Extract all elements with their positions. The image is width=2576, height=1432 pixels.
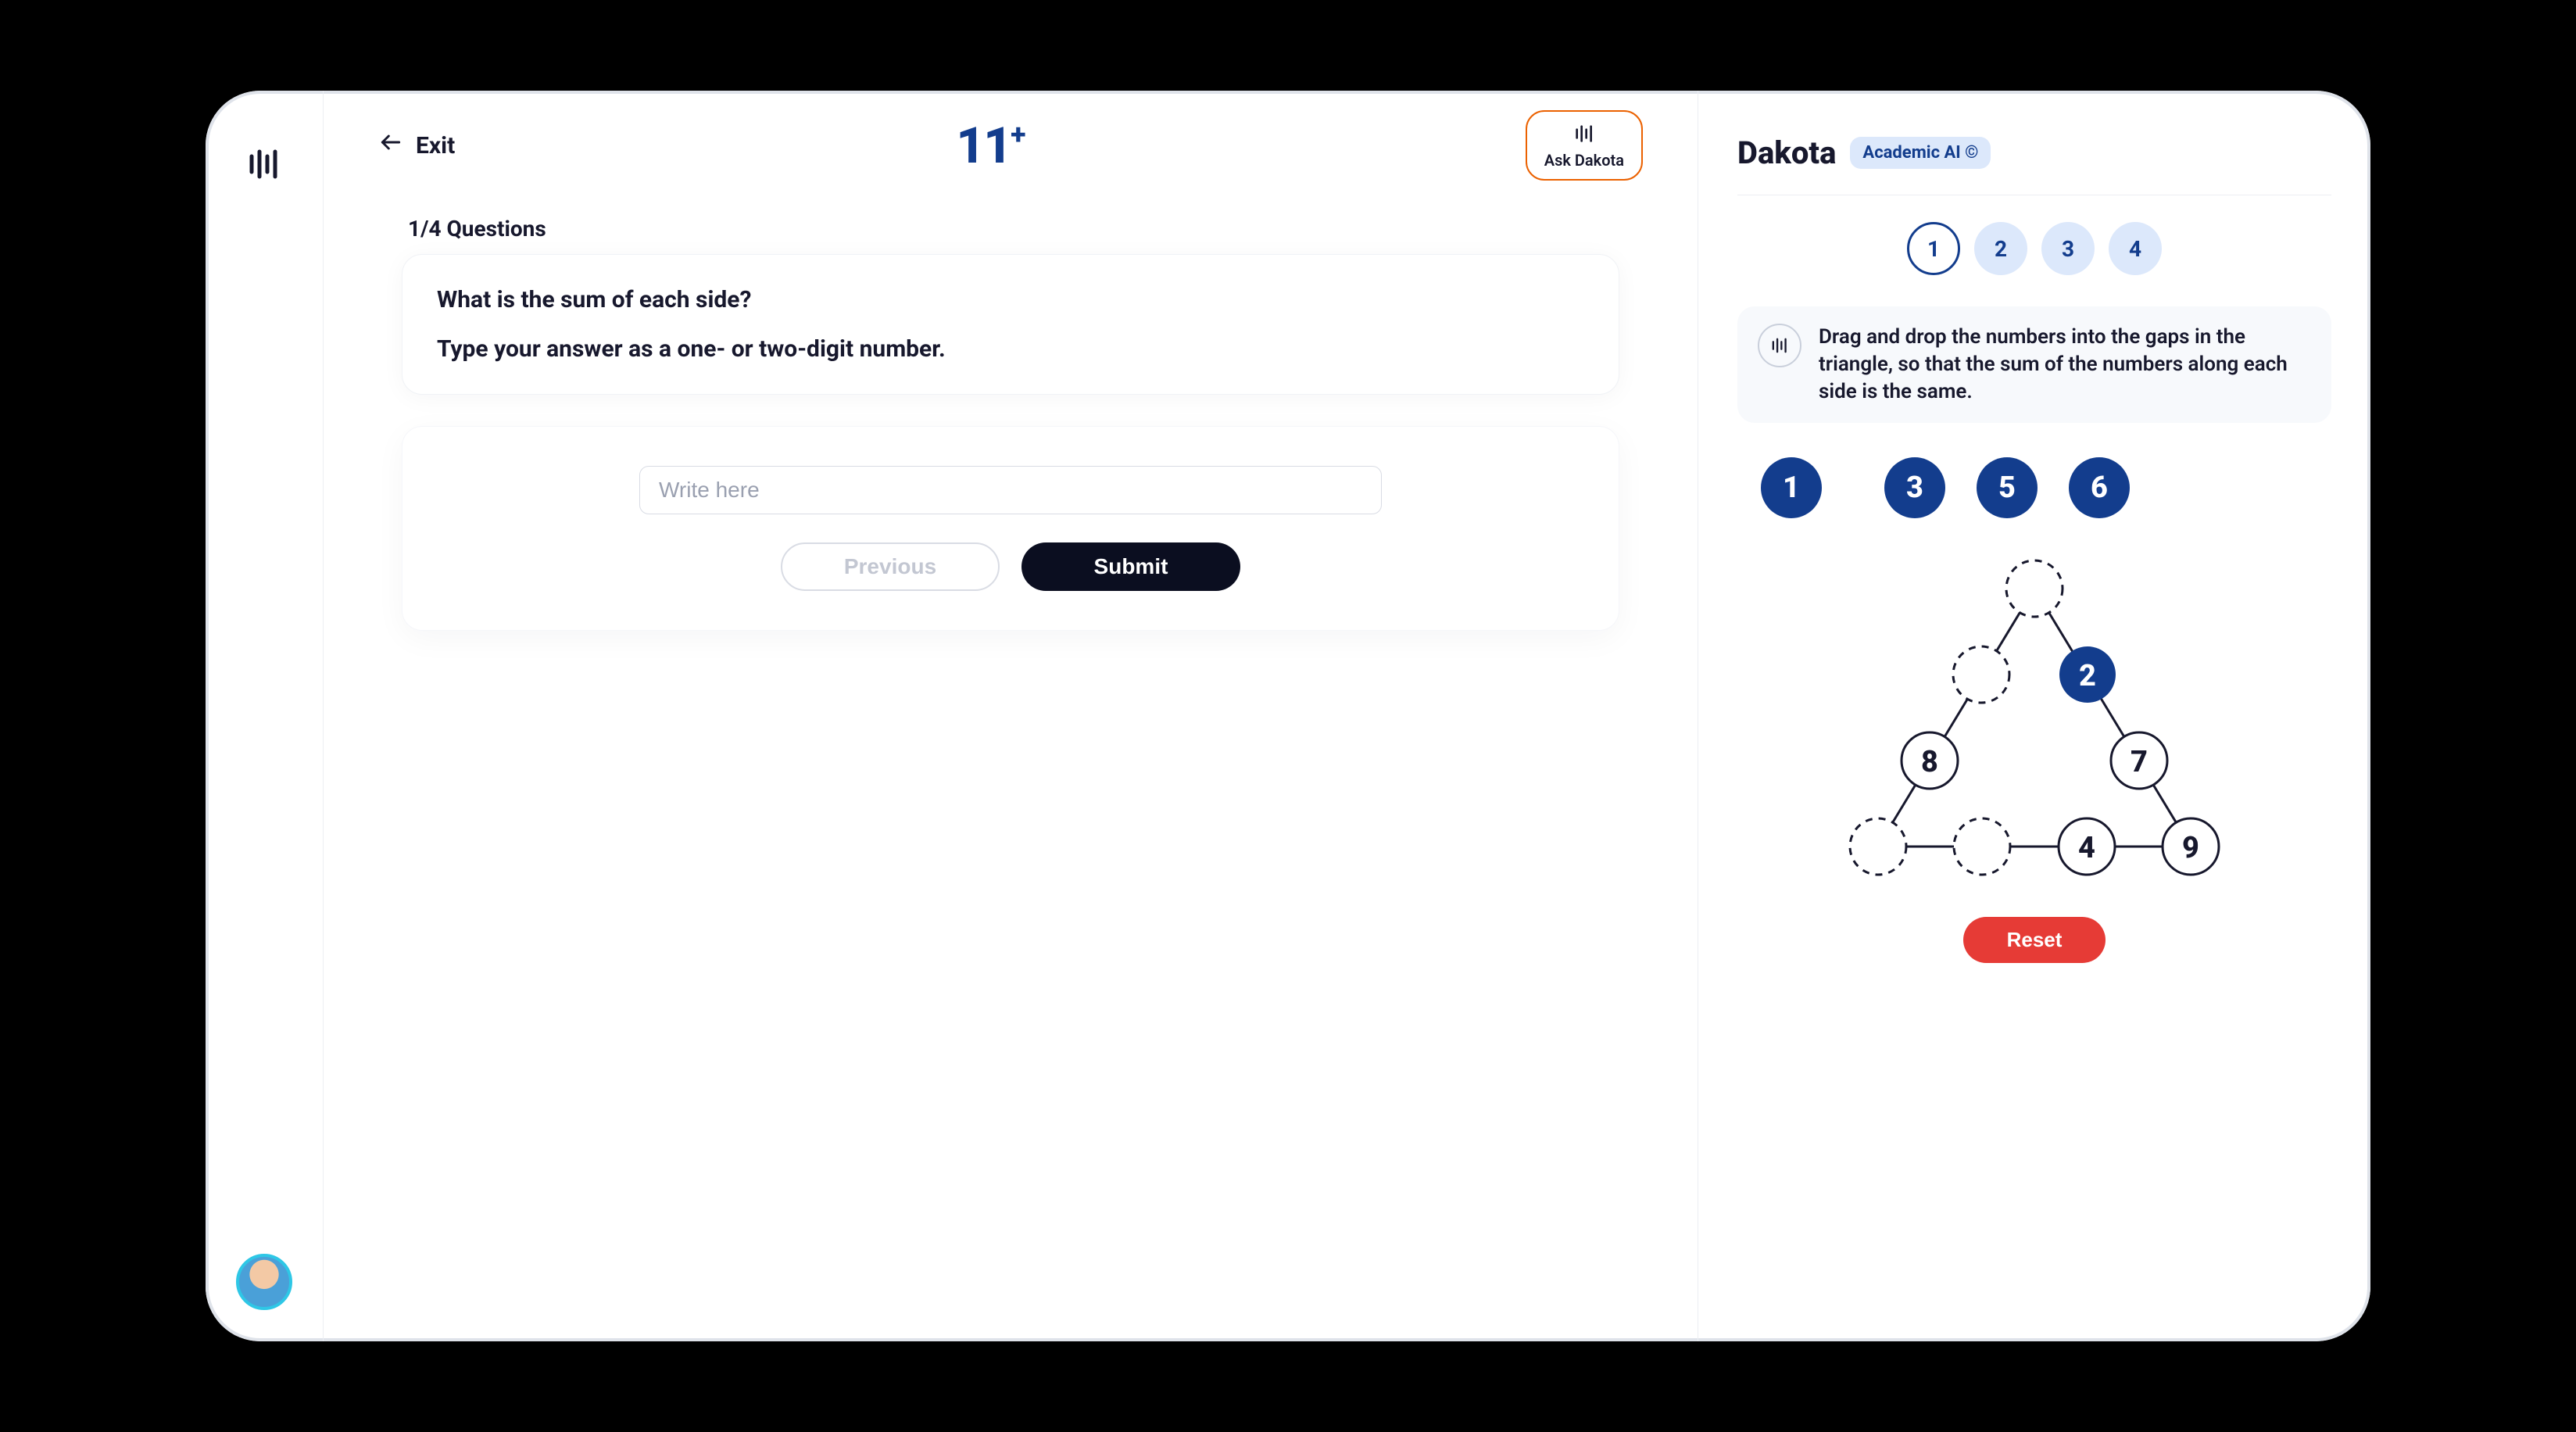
node-bottom-3-value: 4 (2078, 831, 2095, 865)
chip-cluster: 3 5 6 (1884, 457, 2130, 518)
exit-label: Exit (416, 132, 455, 159)
triangle-svg: 2 8 7 4 9 (1831, 550, 2238, 893)
dakota-icon (1572, 121, 1597, 149)
answer-input[interactable] (639, 466, 1382, 514)
chip-1[interactable]: 1 (1761, 457, 1822, 518)
ask-dakota-label: Ask Dakota (1544, 151, 1624, 170)
brand-logo-icon (245, 145, 283, 183)
chip-5[interactable]: 5 (1977, 457, 2038, 518)
dakota-name: Dakota (1737, 134, 1836, 171)
slot-apex[interactable] (2006, 560, 2063, 617)
button-row: Previous Submit (781, 542, 1240, 591)
arrow-left-icon (378, 129, 403, 162)
node-right-lower-value: 7 (2131, 745, 2148, 779)
slot-bottom-left[interactable] (1850, 818, 1906, 875)
chip-6[interactable]: 6 (2069, 457, 2130, 518)
question-subtext: Type your answer as a one- or two-digit … (437, 335, 1584, 363)
triangle-area[interactable]: 2 8 7 4 9 (1737, 550, 2331, 893)
question-counter: 1/4 Questions (408, 216, 1619, 242)
previous-button[interactable]: Previous (781, 542, 1000, 591)
left-rail (206, 91, 324, 1341)
step-dot-2[interactable]: 2 (1974, 222, 2027, 275)
instruction-bubble: Drag and drop the numbers into the gaps … (1737, 306, 2331, 423)
chip-3[interactable]: 3 (1884, 457, 1945, 518)
dakota-header: Dakota Academic AI © (1737, 134, 2331, 195)
step-dots: 1 2 3 4 (1737, 222, 2331, 275)
answer-card: Previous Submit (402, 426, 1619, 631)
slot-bottom-2[interactable] (1954, 818, 2010, 875)
step-dot-4[interactable]: 4 (2109, 222, 2162, 275)
question-area: 1/4 Questions What is the sum of each si… (324, 200, 1698, 631)
exit-button[interactable]: Exit (378, 129, 455, 162)
slot-left-upper[interactable] (1953, 646, 2009, 703)
node-bottom-right-value: 9 (2182, 831, 2199, 865)
topbar: Exit 11+ Ask Dakota (324, 91, 1698, 200)
title-number: 11 (956, 116, 1011, 175)
step-dot-3[interactable]: 3 (2041, 222, 2095, 275)
number-pool: 1 3 5 6 (1761, 457, 2331, 518)
slot-right-upper-value: 2 (2079, 659, 2096, 693)
question-text: What is the sum of each side? (437, 286, 1584, 313)
step-dot-1[interactable]: 1 (1907, 222, 1960, 275)
title-plus: + (1011, 118, 1024, 151)
dakota-panel: Dakota Academic AI © 1 2 3 4 Drag and dr… (1698, 91, 2370, 1341)
question-card: What is the sum of each side? Type your … (402, 254, 1619, 395)
submit-button[interactable]: Submit (1021, 542, 1240, 591)
dakota-badge: Academic AI © (1850, 137, 1991, 169)
instruction-text: Drag and drop the numbers into the gaps … (1819, 324, 2311, 406)
page-title: 11+ (956, 116, 1024, 175)
main-panel: Exit 11+ Ask Dakota 1/4 Questions What i… (324, 91, 1698, 1341)
ask-dakota-button[interactable]: Ask Dakota (1526, 110, 1643, 181)
reset-button[interactable]: Reset (1963, 917, 2106, 963)
user-avatar[interactable] (236, 1254, 292, 1310)
app-frame: Exit 11+ Ask Dakota 1/4 Questions What i… (206, 91, 2370, 1341)
node-left-lower-value: 8 (1921, 745, 1938, 779)
dakota-small-icon (1758, 324, 1801, 367)
